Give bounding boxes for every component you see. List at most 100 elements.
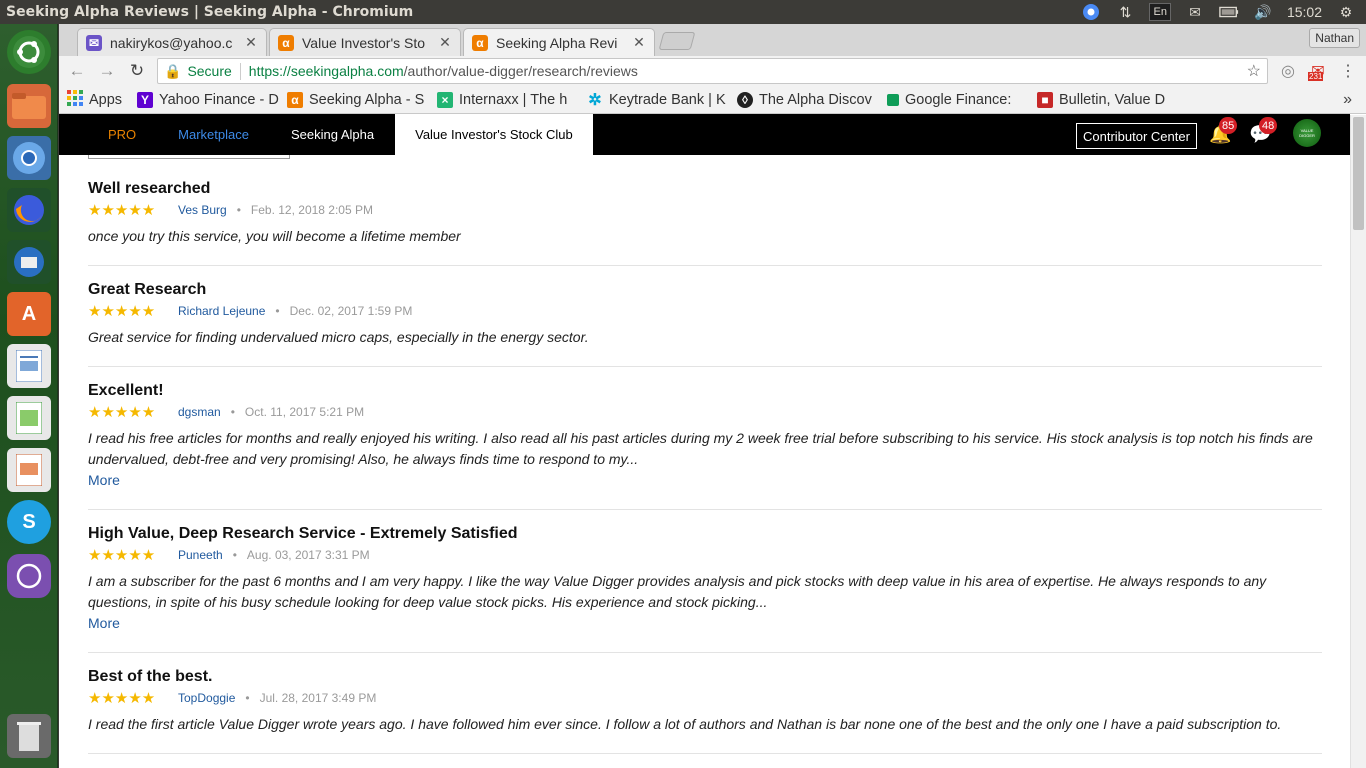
bookmarks-overflow-icon[interactable]: »: [1343, 91, 1366, 109]
volume-icon[interactable]: 🔊: [1253, 3, 1273, 21]
security-indicator[interactable]: 🔒 Secure: [164, 62, 241, 80]
network-icon[interactable]: ⇅: [1115, 3, 1135, 21]
mail-tray-icon[interactable]: ✉: [1185, 3, 1205, 21]
internaxx-icon: ×: [437, 91, 453, 108]
close-icon[interactable]: ✕: [244, 34, 258, 51]
gmail-extension-icon[interactable]: ✉ 231: [1308, 61, 1328, 81]
files-icon[interactable]: [7, 84, 51, 128]
address-bar[interactable]: 🔒 Secure https://seekingalpha.com/author…: [157, 58, 1268, 84]
secure-label: Secure: [187, 63, 232, 79]
meta-separator: •: [236, 203, 241, 217]
more-link[interactable]: More: [88, 613, 1322, 634]
bookmark-keytrade[interactable]: ✲ Keytrade Bank | K: [587, 92, 737, 108]
tab-yahoo-mail[interactable]: ✉ nakirykos@yahoo.c ✕: [77, 28, 267, 56]
bookmark-bulletin[interactable]: ■ Bulletin, Value D: [1037, 91, 1187, 108]
close-icon[interactable]: ✕: [438, 34, 452, 51]
menu-icon[interactable]: ⋮: [1338, 61, 1358, 81]
review-meta: ★★★★★ Richard Lejeune • Dec. 02, 2017 1:…: [88, 303, 1322, 320]
avatar[interactable]: VALUE DIGGER: [1293, 119, 1321, 147]
software-center-icon[interactable]: A: [7, 292, 51, 336]
calc-icon[interactable]: [7, 396, 51, 440]
review-author[interactable]: Richard Lejeune: [178, 304, 265, 318]
clock[interactable]: 15:02: [1287, 4, 1322, 20]
new-tab-button[interactable]: [658, 32, 696, 50]
bookmark-star-icon[interactable]: ☆: [1247, 61, 1261, 81]
keyboard-layout-indicator[interactable]: En: [1149, 3, 1171, 21]
review-text: I read his free articles for months and …: [88, 430, 1313, 467]
tab-label: Value Investor's Sto: [302, 34, 426, 51]
bookmark-label: Seeking Alpha - S: [309, 91, 425, 108]
impress-icon[interactable]: [7, 448, 51, 492]
bookmark-alpha-discovery[interactable]: ◊ The Alpha Discov: [737, 91, 887, 108]
bookmark-label: Apps: [89, 91, 123, 108]
viber-icon[interactable]: [7, 554, 51, 598]
chromium-indicator-icon[interactable]: [1081, 3, 1101, 21]
star-rating: ★★★★★: [88, 404, 156, 421]
messages-icon[interactable]: 💬 48: [1249, 117, 1278, 145]
trash-icon[interactable]: [7, 714, 51, 758]
tab-label: nakirykos@yahoo.c: [110, 34, 233, 51]
ubuntu-dash-icon[interactable]: [7, 30, 51, 74]
scrollbar-thumb[interactable]: [1353, 117, 1364, 230]
meta-separator: •: [232, 548, 237, 562]
nav-seeking-alpha[interactable]: Seeking Alpha: [270, 114, 395, 155]
review-date: Dec. 02, 2017 1:59 PM: [289, 304, 413, 318]
back-arrow-icon[interactable]: ←: [67, 61, 87, 81]
more-link[interactable]: More: [88, 470, 1322, 491]
forward-arrow-icon[interactable]: →: [97, 61, 117, 81]
bookmark-label: Bulletin, Value D: [1059, 91, 1166, 108]
bookmark-yahoo-finance[interactable]: Y Yahoo Finance - D: [137, 91, 287, 108]
review-date: Feb. 12, 2018 2:05 PM: [250, 203, 373, 217]
review-text: once you try this service, you will beco…: [88, 228, 461, 244]
tab-strip: ✉ nakirykos@yahoo.c ✕ α Value Investor's…: [59, 24, 1366, 56]
notifications-bell-icon[interactable]: 🔔 85: [1209, 117, 1238, 145]
bookmark-label: Google Finance:: [905, 91, 1012, 108]
thunderbird-icon[interactable]: [7, 240, 51, 284]
extension-icon[interactable]: ◎: [1278, 61, 1298, 81]
chromium-icon[interactable]: [7, 136, 51, 180]
contributor-center-button[interactable]: Contributor Center: [1076, 123, 1197, 149]
google-finance-icon: [887, 93, 899, 106]
review-item: High Value, Deep Research Service - Extr…: [88, 525, 1322, 653]
nav-marketplace[interactable]: Marketplace: [157, 114, 270, 155]
tab-seeking-alpha-reviews[interactable]: α Seeking Alpha Revi ✕: [463, 28, 655, 56]
review-author[interactable]: Ves Burg: [178, 203, 227, 217]
messages-badge: 48: [1259, 117, 1278, 134]
nav-pro[interactable]: PRO: [59, 114, 157, 155]
bookmark-apps[interactable]: Apps: [67, 89, 137, 110]
meta-separator: •: [245, 691, 250, 705]
page-scrollbar[interactable]: [1350, 115, 1366, 768]
battery-icon[interactable]: [1219, 3, 1239, 21]
review-text: Great service for finding undervalued mi…: [88, 329, 589, 345]
bookmark-internaxx[interactable]: × Internaxx | The h: [437, 91, 587, 108]
settings-gear-icon[interactable]: ⚙: [1336, 3, 1356, 21]
url-path: /author/value-digger/research/reviews: [403, 63, 638, 79]
writer-icon[interactable]: [7, 344, 51, 388]
system-tray: ⇅ En ✉ 🔊 15:02 ⚙: [1081, 3, 1366, 21]
lock-icon: 🔒: [164, 62, 182, 79]
review-author[interactable]: TopDoggie: [178, 691, 235, 705]
skype-icon[interactable]: S: [7, 500, 51, 544]
profile-button[interactable]: Nathan: [1309, 28, 1360, 48]
review-text: I am a subscriber for the past 6 months …: [88, 573, 1267, 610]
review-meta: ★★★★★ TopDoggie • Jul. 28, 2017 3:49 PM: [88, 690, 1322, 707]
bookmark-seeking-alpha[interactable]: α Seeking Alpha - S: [287, 91, 437, 108]
bookmark-label: The Alpha Discov: [759, 91, 872, 108]
review-meta: ★★★★★ Puneeth • Aug. 03, 2017 3:31 PM: [88, 547, 1322, 564]
bookmark-google-finance[interactable]: Google Finance:: [887, 92, 1037, 108]
review-title: Excellent!: [88, 382, 164, 399]
browser-window: ✉ nakirykos@yahoo.c ✕ α Value Investor's…: [59, 24, 1366, 768]
bookmarks-bar: Apps Y Yahoo Finance - D α Seeking Alpha…: [59, 86, 1366, 114]
seeking-alpha-icon: α: [287, 91, 303, 108]
reload-icon[interactable]: ↻: [127, 61, 147, 81]
review-author[interactable]: Puneeth: [178, 548, 223, 562]
tab-value-investor[interactable]: α Value Investor's Sto ✕: [269, 28, 461, 56]
nav-value-investors-stock-club[interactable]: Value Investor's Stock Club: [395, 114, 593, 155]
mail-icon: ✉: [86, 34, 102, 51]
review-text: I read the first article Value Digger wr…: [88, 716, 1282, 732]
review-author[interactable]: dgsman: [178, 405, 221, 419]
firefox-icon[interactable]: [7, 188, 51, 232]
close-icon[interactable]: ✕: [632, 34, 646, 51]
review-item: Well researched ★★★★★ Ves Burg • Feb. 12…: [88, 180, 1322, 266]
url-host: https://seekingalpha.com: [248, 63, 404, 79]
